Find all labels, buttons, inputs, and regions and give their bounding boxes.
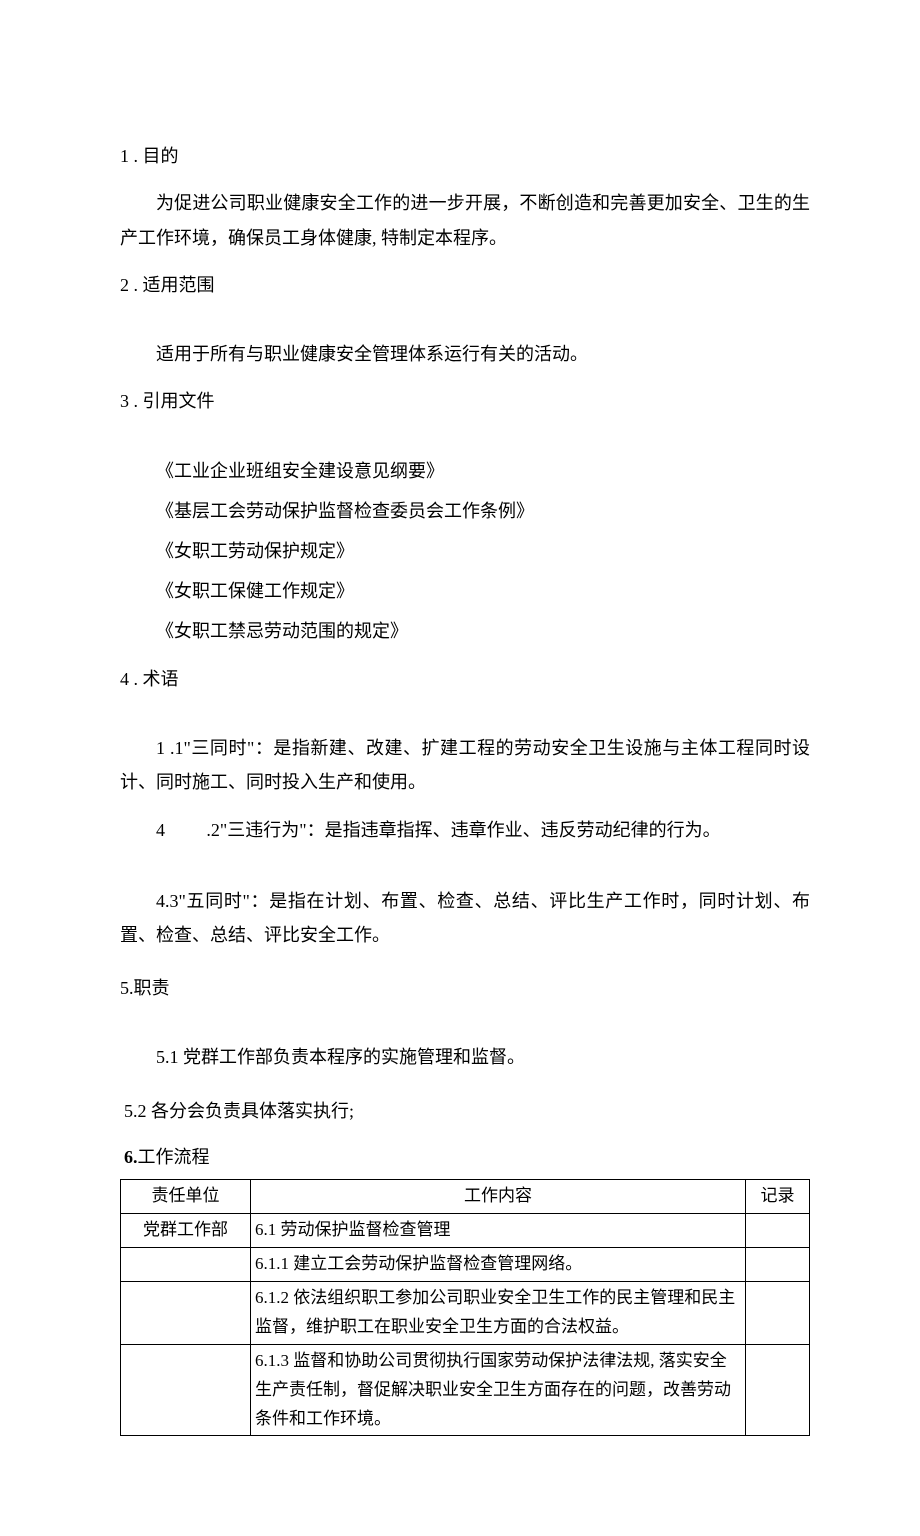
section-1-heading: 1 . 目的: [120, 140, 810, 172]
term-4-1: 1 .1"三同时"：是指新建、改建、扩建工程的劳动安全卫生设施与主体工程同时设计…: [120, 731, 810, 799]
cell-content: 6.1.3 监督和协助公司贯彻执行国家劳动保护法律法规, 落实安全生产责任制，督…: [251, 1344, 746, 1436]
term-4-2: 4.2"三违行为"：是指违章指挥、违章作业、违反劳动纪律的行为。: [120, 813, 810, 847]
section-5-2: 5.2 各分会负责具体落实执行;: [124, 1095, 810, 1127]
term-4-3: 4.3"五同时"：是指在计划、布置、检查、总结、评比生产工作时，同时计划、布置、…: [120, 884, 810, 952]
header-record: 记录: [746, 1180, 810, 1214]
reference-item: 《女职工禁忌劳动范围的规定》: [120, 614, 810, 648]
section-6-title: 工作流程: [138, 1147, 210, 1167]
cell-record: [746, 1248, 810, 1282]
section-6-number: 6.: [124, 1147, 138, 1167]
table-row: 6.1.3 监督和协助公司贯彻执行国家劳动保护法律法规, 落实安全生产责任制，督…: [121, 1344, 810, 1436]
header-content: 工作内容: [251, 1180, 746, 1214]
cell-content: 6.1 劳动保护监督检查管理: [251, 1214, 746, 1248]
section-5-1: 5.1 党群工作部负责本程序的实施管理和监督。: [120, 1040, 810, 1074]
reference-item: 《女职工保健工作规定》: [120, 574, 810, 608]
table-row: 6.1.1 建立工会劳动保护监督检查管理网络。: [121, 1248, 810, 1282]
table-row: 6.1.2 依法组织职工参加公司职业安全卫生工作的民主管理和民主监督，维护职工在…: [121, 1282, 810, 1345]
section-5-heading: 5.职责: [120, 972, 810, 1004]
reference-item: 《工业企业班组安全建设意见纲要》: [120, 454, 810, 488]
section-4-heading: 4 . 术语: [120, 663, 810, 695]
term-4-2-number: 4: [156, 813, 206, 847]
workflow-table: 责任单位 工作内容 记录 党群工作部 6.1 劳动保护监督检查管理 6.1.1 …: [120, 1179, 810, 1436]
section-2-heading: 2 . 适用范围: [120, 269, 810, 301]
section-2-paragraph: 适用于所有与职业健康安全管理体系运行有关的活动。: [120, 337, 810, 371]
cell-record: [746, 1344, 810, 1436]
reference-item: 《女职工劳动保护规定》: [120, 534, 810, 568]
cell-unit: [121, 1282, 251, 1345]
table-row: 党群工作部 6.1 劳动保护监督检查管理: [121, 1214, 810, 1248]
table-header-row: 责任单位 工作内容 记录: [121, 1180, 810, 1214]
cell-record: [746, 1214, 810, 1248]
section-6-heading: 6.工作流程: [124, 1141, 810, 1173]
header-unit: 责任单位: [121, 1180, 251, 1214]
cell-record: [746, 1282, 810, 1345]
section-1-paragraph: 为促进公司职业健康安全工作的进一步开展，不断创造和完善更加安全、卫生的生产工作环…: [120, 186, 810, 254]
cell-unit: 党群工作部: [121, 1214, 251, 1248]
section-3-heading: 3 . 引用文件: [120, 385, 810, 417]
cell-unit: [121, 1344, 251, 1436]
cell-content: 6.1.2 依法组织职工参加公司职业安全卫生工作的民主管理和民主监督，维护职工在…: [251, 1282, 746, 1345]
reference-list: 《工业企业班组安全建设意见纲要》 《基层工会劳动保护监督检查委员会工作条例》 《…: [120, 454, 810, 649]
cell-content: 6.1.1 建立工会劳动保护监督检查管理网络。: [251, 1248, 746, 1282]
document-page: 1 . 目的 为促进公司职业健康安全工作的进一步开展，不断创造和完善更加安全、卫…: [0, 0, 920, 1536]
reference-item: 《基层工会劳动保护监督检查委员会工作条例》: [120, 494, 810, 528]
cell-unit: [121, 1248, 251, 1282]
term-4-2-text: .2"三违行为"：是指违章指挥、违章作业、违反劳动纪律的行为。: [206, 820, 720, 840]
